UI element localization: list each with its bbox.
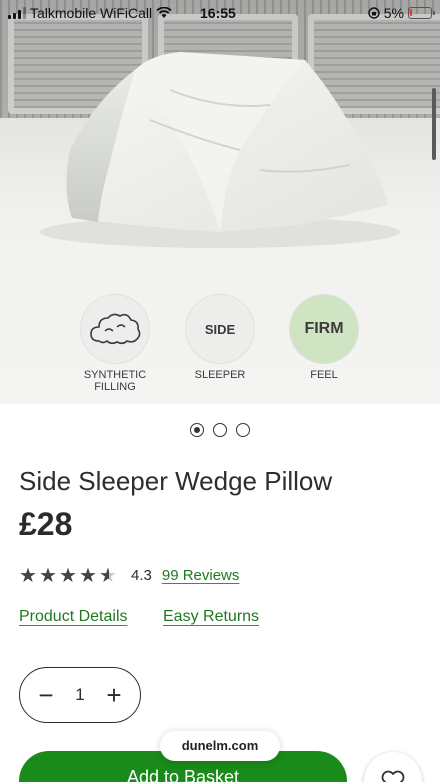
gallery-dot[interactable] xyxy=(190,423,204,437)
feature-label: SLEEPER xyxy=(194,369,246,381)
quantity-value[interactable]: 1 xyxy=(75,685,84,705)
feature-label: FEEL xyxy=(310,369,338,381)
star-icon: ★ xyxy=(39,565,57,587)
wifi-icon xyxy=(156,7,172,18)
battery-level xyxy=(410,9,412,16)
battery-icon xyxy=(408,7,435,19)
battery-percent: 5% xyxy=(383,5,404,21)
feature-label: SYNTHETIC FILLING xyxy=(83,369,147,393)
cloud-icon xyxy=(90,313,141,345)
decrease-quantity-button[interactable]: − xyxy=(34,682,58,708)
feature-side-sleeper: SIDE SLEEPER xyxy=(170,295,270,381)
gallery-pagination xyxy=(0,423,440,437)
product-details-link[interactable]: Product Details xyxy=(19,608,128,626)
product-rating: ★ ★ ★ ★ ★ 4.3 99 Reviews xyxy=(19,563,239,588)
gallery-dot[interactable] xyxy=(213,423,227,437)
product-price: £28 xyxy=(19,506,73,542)
status-bar: Talkmobile WiFiCall 16:55 5% xyxy=(0,0,440,26)
increase-quantity-button[interactable]: + xyxy=(102,682,126,708)
orientation-lock-icon xyxy=(368,7,380,19)
signal-icon xyxy=(8,7,26,19)
star-rating: ★ ★ ★ ★ ★ xyxy=(19,563,119,588)
gallery-dot[interactable] xyxy=(236,423,250,437)
clock: 16:55 xyxy=(200,5,236,21)
easy-returns-link[interactable]: Easy Returns xyxy=(163,608,259,626)
wishlist-button[interactable] xyxy=(364,752,422,782)
side-badge: SIDE xyxy=(186,295,254,363)
product-title: Side Sleeper Wedge Pillow xyxy=(19,466,333,496)
star-icon: ★ xyxy=(19,565,37,587)
star-icon: ★ xyxy=(79,565,97,587)
wedge-pillow-illustration xyxy=(40,52,400,248)
scrollbar[interactable] xyxy=(432,88,436,160)
feature-synthetic-filling: SYNTHETIC FILLING xyxy=(65,295,165,393)
reviews-link[interactable]: 99 Reviews xyxy=(162,567,240,584)
half-star-icon: ★ xyxy=(99,563,119,588)
heart-icon xyxy=(381,770,405,782)
feature-circle xyxy=(81,295,149,363)
carrier-label: Talkmobile WiFiCall xyxy=(30,5,153,21)
feature-firm-feel: FIRM FEEL xyxy=(274,295,374,381)
firm-badge: FIRM xyxy=(290,295,358,363)
browser-url-bar[interactable]: dunelm.com xyxy=(160,731,280,761)
rating-value: 4.3 xyxy=(131,567,152,584)
quantity-stepper: − 1 + xyxy=(19,667,141,723)
star-icon: ★ xyxy=(59,565,77,587)
